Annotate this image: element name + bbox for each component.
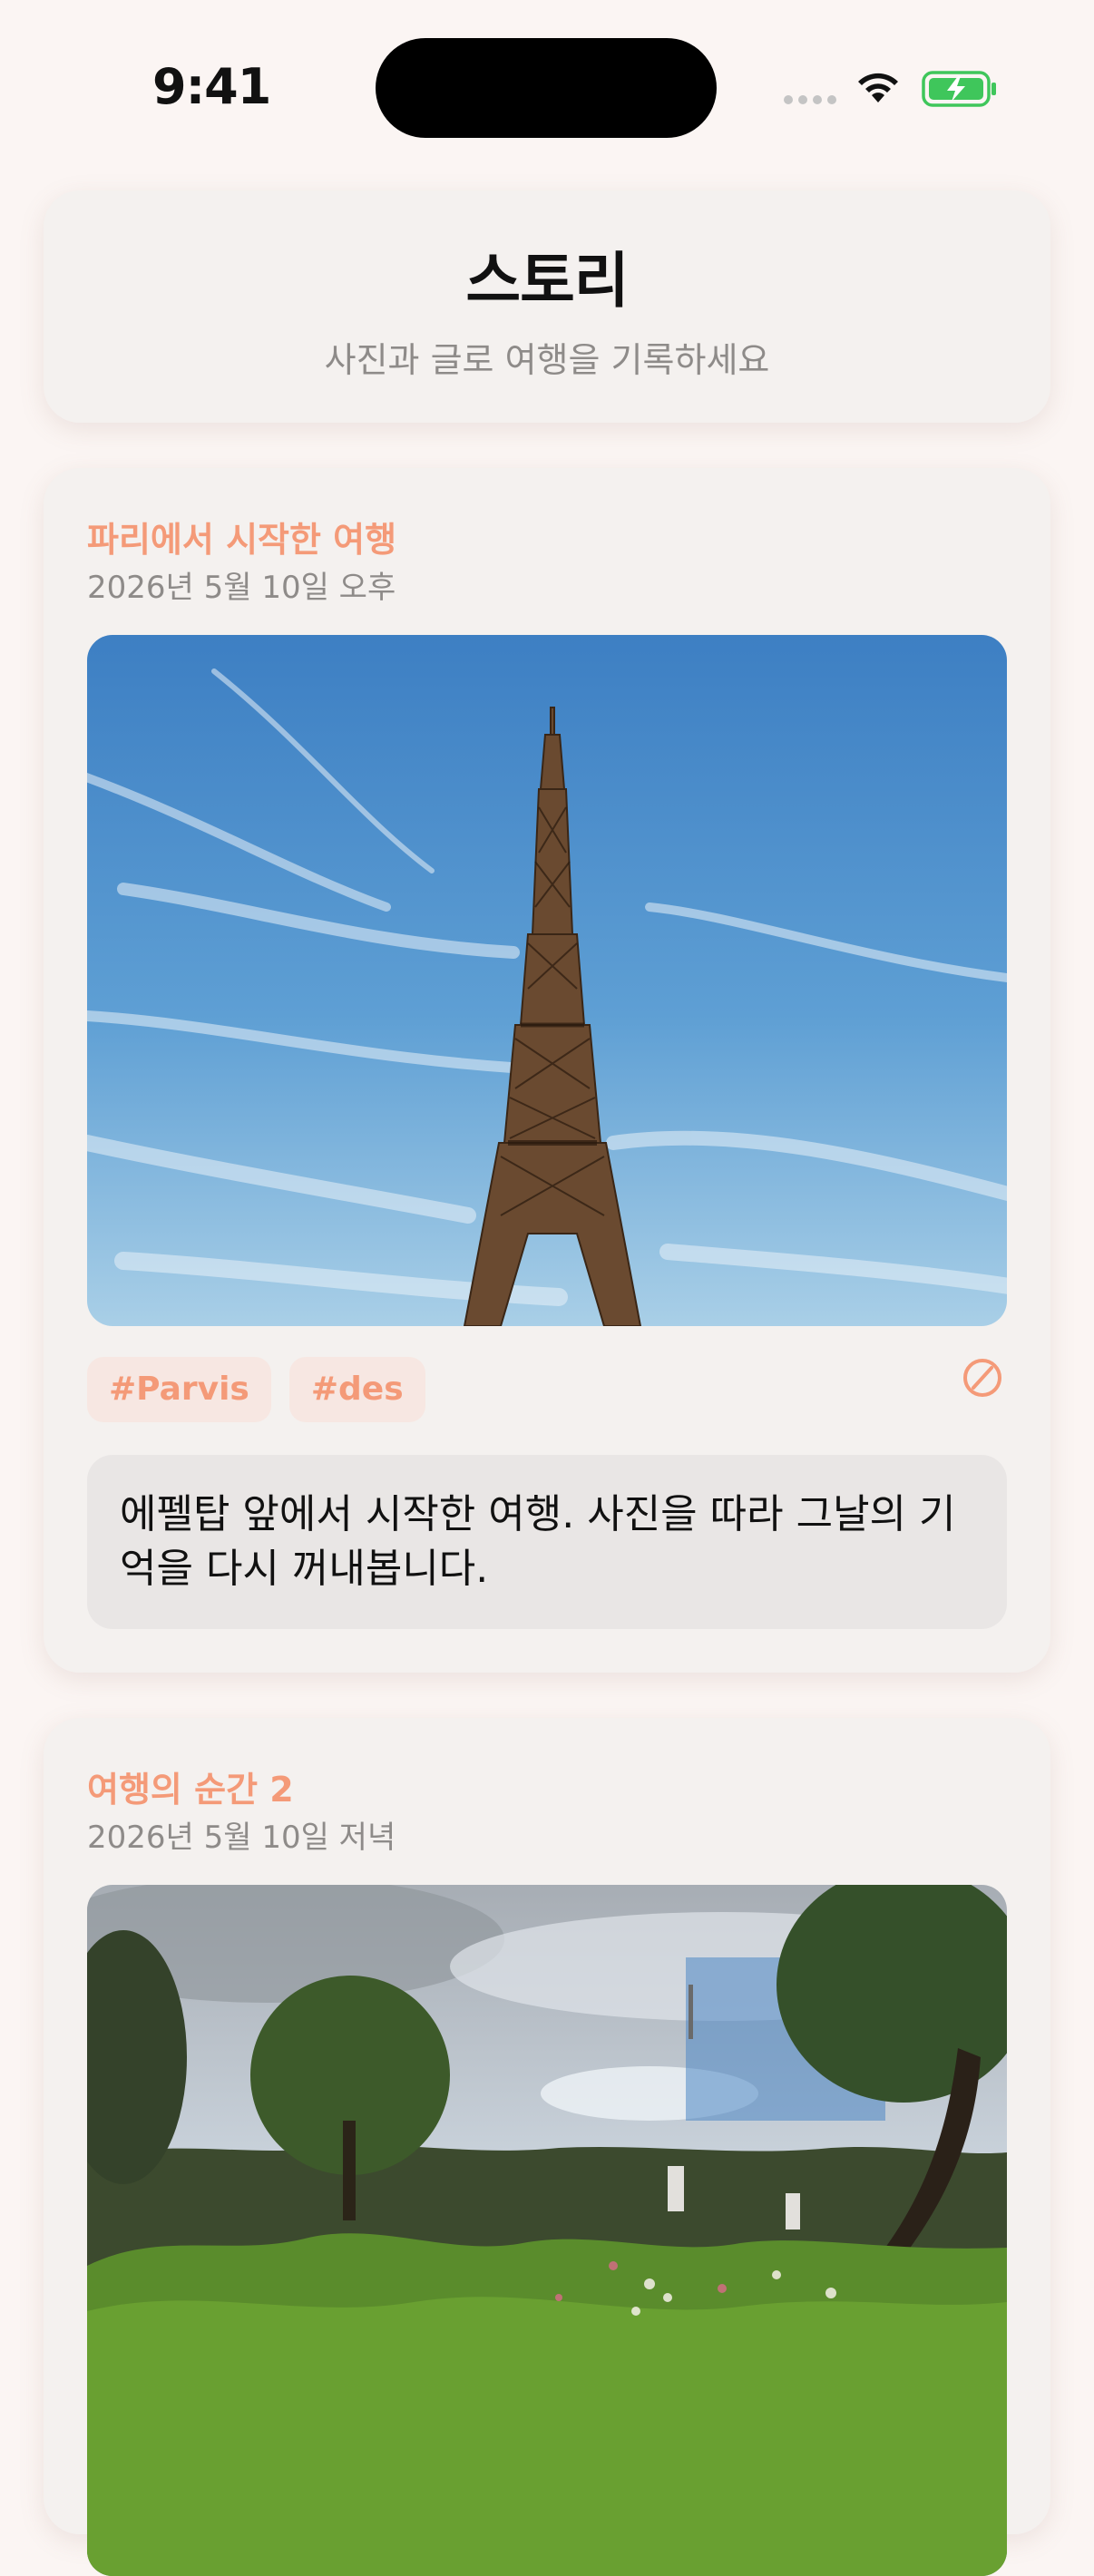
story-date: 2026년 5월 10일 오후	[87, 570, 396, 606]
ban-icon[interactable]	[962, 1357, 1003, 1399]
story-card[interactable]: 여행의 순간 2 2026년 5월 10일 저녁	[44, 1718, 1050, 2576]
dynamic-island	[376, 38, 717, 138]
story-card[interactable]: 파리에서 시작한 여행 2026년 5월 10일 오후 #Parvis #des…	[44, 468, 1050, 1673]
cellular-signal-icon	[784, 95, 836, 104]
battery-charging-icon	[922, 71, 996, 107]
story-text-box: 에펠탑 앞에서 시작한 여행. 사진을 따라 그날의 기억을 다시 꺼내봅니다.	[87, 1455, 1007, 1629]
status-time: 9:41	[152, 58, 271, 115]
status-bar: 9:41	[0, 0, 1094, 172]
header-card: 스토리 사진과 글로 여행을 기록하세요	[44, 190, 1050, 423]
tag-chip[interactable]: #des	[288, 1357, 425, 1422]
eiffel-tower-photo[interactable]	[87, 635, 1007, 1326]
story-title: 파리에서 시작한 여행	[87, 520, 397, 560]
page-subtitle: 사진과 글로 여행을 기록하세요	[324, 340, 770, 380]
story-title: 여행의 순간 2	[87, 1770, 294, 1810]
page-title: 스토리	[465, 246, 629, 316]
tag-list: #Parvis #des	[87, 1357, 425, 1422]
tag-chip[interactable]: #Parvis	[87, 1357, 271, 1422]
story-text: 에펠탑 앞에서 시작한 여행. 사진을 따라 그날의 기억을 다시 꺼내봅니다.	[120, 1491, 956, 1592]
story-date: 2026년 5월 10일 저녁	[87, 1820, 396, 1856]
wifi-icon	[858, 73, 898, 102]
garden-photo[interactable]	[87, 1885, 1007, 2576]
